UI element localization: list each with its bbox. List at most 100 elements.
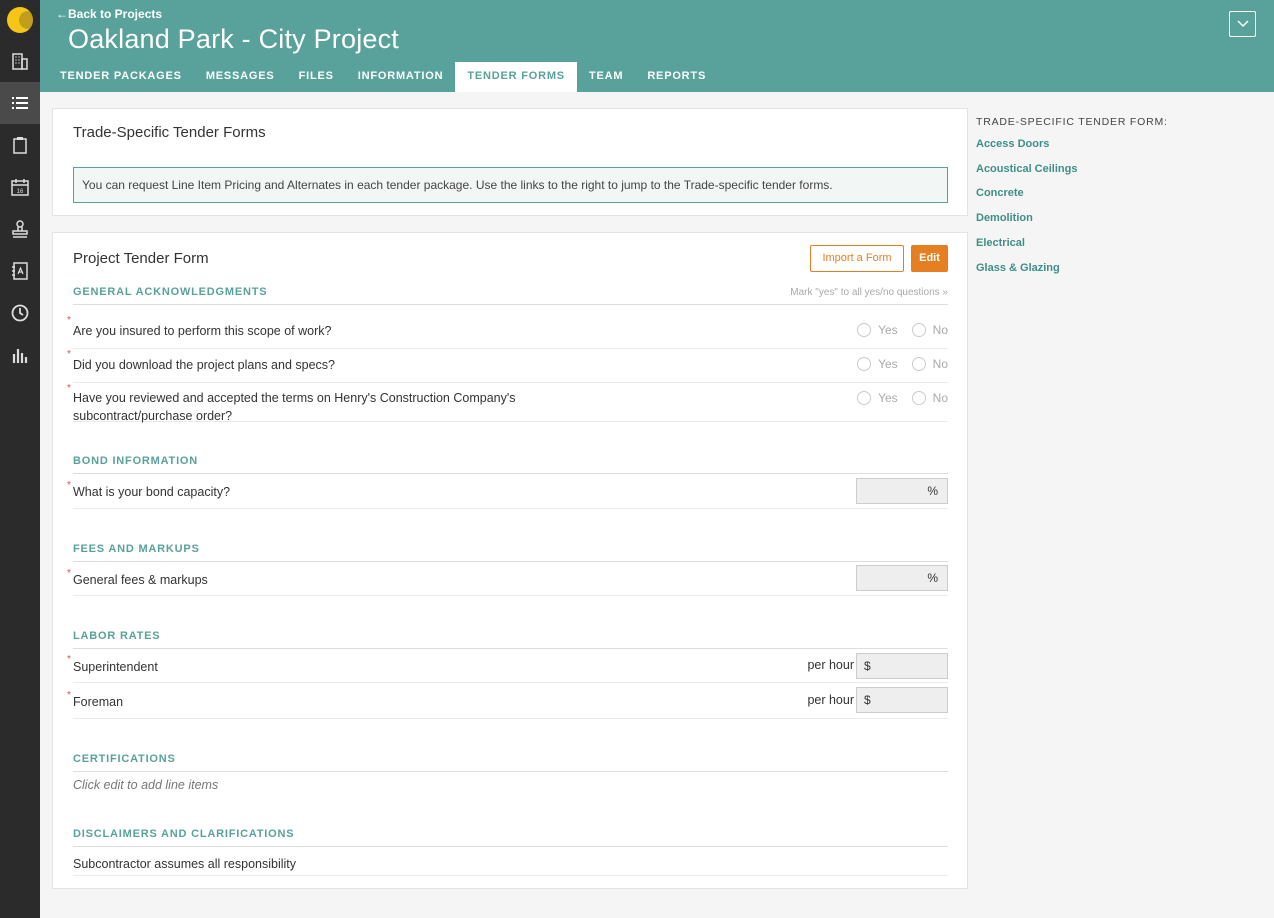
bond-capacity-input[interactable]: % bbox=[856, 478, 948, 504]
bond-row: * What is your bond capacity? % bbox=[67, 474, 948, 509]
rail-stamp[interactable] bbox=[0, 208, 40, 250]
disclaimer-row: Subcontractor assumes all responsibility bbox=[73, 847, 948, 876]
question-row: * Have you reviewed and accepted the ter… bbox=[67, 383, 948, 423]
radio-circle bbox=[857, 357, 872, 371]
superintendent-rate-input[interactable]: $ bbox=[856, 653, 948, 679]
certifications-heading: CERTIFICATIONS bbox=[73, 753, 948, 772]
question-text: Did you download the project plans and s… bbox=[73, 358, 335, 372]
trade-forms-card: Trade-Specific Tender Forms You can requ… bbox=[52, 108, 968, 216]
building-icon bbox=[12, 53, 28, 70]
arrow-left-icon: ← bbox=[56, 7, 68, 21]
required-asterisk: * bbox=[67, 654, 71, 665]
radio-circle bbox=[911, 391, 926, 405]
no-radio[interactable]: No bbox=[911, 357, 948, 371]
bar-chart-icon bbox=[12, 349, 28, 363]
tab-messages[interactable]: MESSAGES bbox=[194, 62, 287, 92]
radio-circle bbox=[911, 323, 926, 337]
no-label: No bbox=[932, 391, 948, 405]
disclaimers-heading: DISCLAIMERS AND CLARIFICATIONS bbox=[73, 828, 948, 847]
page-title: Oakland Park - City Project bbox=[68, 24, 400, 54]
rail-clipboard[interactable] bbox=[0, 124, 40, 166]
calendar-day: 16 bbox=[17, 189, 24, 195]
per-hour-label: per hour bbox=[807, 658, 854, 672]
import-form-button[interactable]: Import a Form bbox=[810, 245, 904, 272]
required-asterisk: * bbox=[67, 690, 71, 701]
yes-label: Yes bbox=[878, 323, 898, 337]
trade-link-demolition[interactable]: Demolition bbox=[976, 212, 1033, 224]
tab-information[interactable]: INFORMATION bbox=[346, 62, 456, 92]
tab-reports[interactable]: REPORTS bbox=[635, 62, 718, 92]
question-text: General fees & markups bbox=[73, 573, 208, 587]
required-asterisk: * bbox=[67, 568, 71, 579]
certifications-hint: Click edit to add line items bbox=[73, 778, 219, 792]
list-icon bbox=[12, 97, 28, 109]
project-tender-form-card: Project Tender Form Import a Form Edit G… bbox=[52, 232, 968, 889]
general-ack-heading: GENERAL ACKNOWLEDGMENTS Mark "yes" to al… bbox=[73, 286, 948, 305]
fees-row: * General fees & markups % bbox=[67, 562, 948, 596]
foreman-rate-input[interactable]: $ bbox=[856, 687, 948, 713]
per-hour-label: per hour bbox=[807, 693, 854, 707]
address-book-icon bbox=[12, 262, 28, 280]
trade-forms-title: Trade-Specific Tender Forms bbox=[73, 124, 266, 141]
radio-circle bbox=[857, 323, 872, 337]
no-radio[interactable]: No bbox=[911, 391, 948, 405]
fees-markups-input[interactable]: % bbox=[856, 565, 948, 591]
yes-no-group: Yes No bbox=[843, 391, 948, 405]
project-header: ←Back to Projects Oakland Park - City Pr… bbox=[40, 0, 1274, 92]
rail-projects[interactable] bbox=[0, 40, 40, 82]
tab-files[interactable]: FILES bbox=[287, 62, 346, 92]
back-label: Back to Projects bbox=[68, 7, 163, 21]
yes-label: Yes bbox=[878, 391, 898, 405]
no-label: No bbox=[932, 357, 948, 371]
header-dropdown-button[interactable] bbox=[1229, 11, 1256, 37]
project-form-title: Project Tender Form bbox=[73, 250, 209, 267]
trade-forms-info: You can request Line Item Pricing and Al… bbox=[73, 167, 948, 203]
no-radio[interactable]: No bbox=[911, 323, 948, 337]
yes-no-group: Yes No bbox=[843, 357, 948, 371]
edit-button[interactable]: Edit bbox=[911, 245, 948, 272]
yes-radio[interactable]: Yes bbox=[857, 391, 898, 405]
tab-tender-forms[interactable]: TENDER FORMS bbox=[455, 62, 577, 92]
project-tabs: TENDER PACKAGES MESSAGES FILES INFORMATI… bbox=[48, 62, 718, 92]
labor-row: * Superintendent per hour $ bbox=[67, 649, 948, 683]
trade-link-acoustical-ceilings[interactable]: Acoustical Ceilings bbox=[976, 163, 1077, 175]
labor-heading: LABOR RATES bbox=[73, 630, 948, 649]
disclaimer-text: Subcontractor assumes all responsibility bbox=[73, 857, 297, 871]
labor-label: Superintendent bbox=[73, 660, 158, 674]
labor-label: Foreman bbox=[73, 695, 124, 709]
left-rail: 16 bbox=[0, 0, 40, 918]
trade-link-access-doors[interactable]: Access Doors bbox=[976, 138, 1049, 150]
rail-clock[interactable] bbox=[0, 292, 40, 334]
trade-link-electrical[interactable]: Electrical bbox=[976, 237, 1025, 249]
logo[interactable] bbox=[0, 0, 40, 40]
required-asterisk: * bbox=[67, 480, 71, 491]
fees-heading: FEES AND MARKUPS bbox=[73, 543, 948, 562]
labor-row: * Foreman per hour $ bbox=[67, 683, 948, 719]
rail-list[interactable] bbox=[0, 82, 40, 124]
mark-all-yes-link[interactable]: Mark "yes" to all yes/no questions » bbox=[790, 287, 948, 298]
tab-tender-packages[interactable]: TENDER PACKAGES bbox=[48, 62, 194, 92]
question-row: * Did you download the project plans and… bbox=[67, 349, 948, 383]
radio-circle bbox=[911, 357, 926, 371]
yes-label: Yes bbox=[878, 357, 898, 371]
yes-radio[interactable]: Yes bbox=[857, 323, 898, 337]
trade-link-concrete[interactable]: Concrete bbox=[976, 187, 1024, 199]
question-row: * Are you insured to perform this scope … bbox=[67, 315, 948, 349]
rail-reports[interactable] bbox=[0, 334, 40, 376]
general-ack-heading-label: GENERAL ACKNOWLEDGMENTS bbox=[73, 286, 268, 298]
question-text: What is your bond capacity? bbox=[73, 485, 231, 499]
question-text: Are you insured to perform this scope of… bbox=[73, 324, 332, 338]
tab-team[interactable]: TEAM bbox=[577, 62, 635, 92]
back-to-projects-link[interactable]: ←Back to Projects bbox=[56, 7, 162, 21]
no-label: No bbox=[932, 323, 948, 337]
rail-calendar[interactable]: 16 bbox=[0, 166, 40, 208]
radio-circle bbox=[857, 391, 872, 405]
trade-link-glass-glazing[interactable]: Glass & Glazing bbox=[976, 262, 1060, 274]
rail-address-book[interactable] bbox=[0, 250, 40, 292]
yes-radio[interactable]: Yes bbox=[857, 357, 898, 371]
question-line-1: Have you reviewed and accepted the terms… bbox=[73, 391, 516, 405]
bond-heading: BOND INFORMATION bbox=[73, 455, 948, 474]
chevron-down-icon bbox=[1236, 20, 1249, 28]
clipboard-icon bbox=[13, 137, 27, 154]
hard-hat-icon bbox=[7, 7, 33, 33]
